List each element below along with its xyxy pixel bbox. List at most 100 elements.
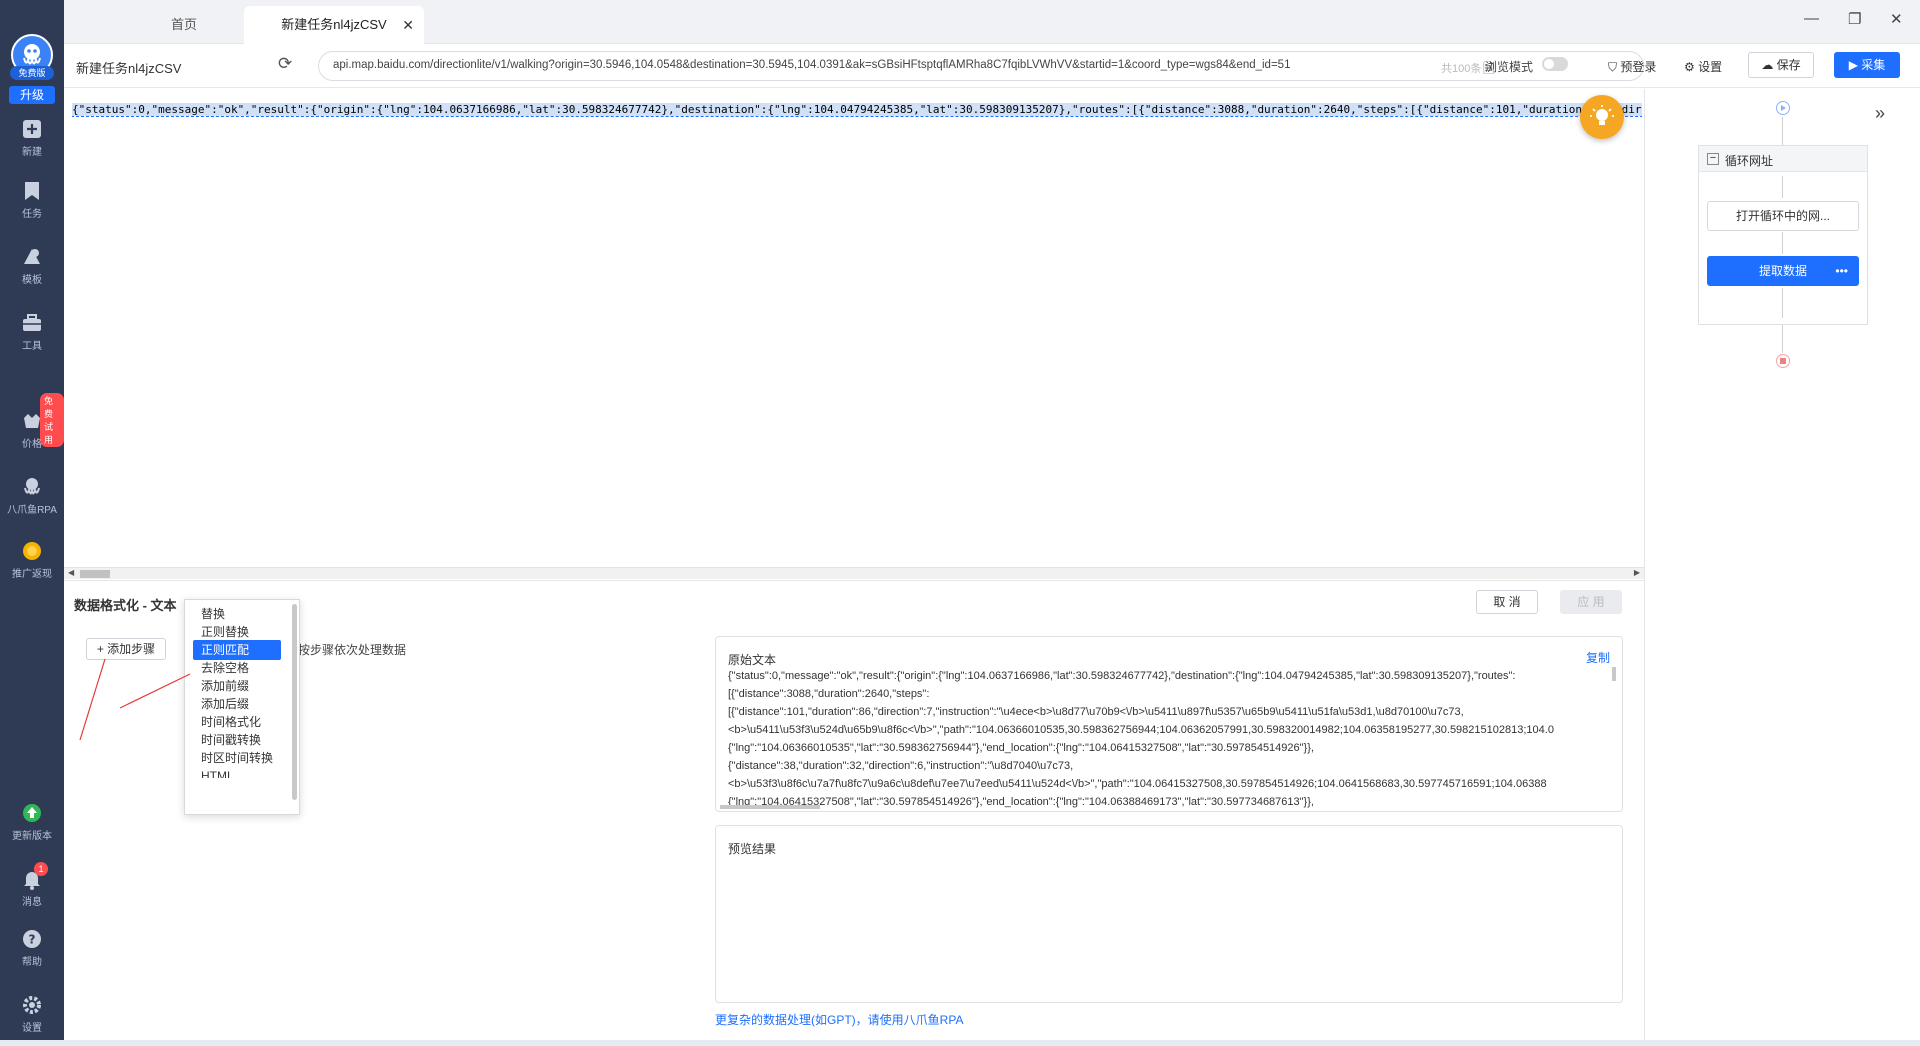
menu-item-add-suffix[interactable]: 添加后缀: [193, 694, 281, 714]
sidebar-label: 设置: [22, 1023, 42, 1034]
menu-item-add-prefix[interactable]: 添加前缀: [193, 676, 281, 696]
sidebar-item-rpa[interactable]: 八爪鱼RPA: [0, 476, 64, 516]
task-name: 新建任务nl4jzCSV: [76, 61, 182, 76]
more-icon[interactable]: •••: [1835, 257, 1848, 285]
tab-home[interactable]: 首页: [120, 6, 248, 44]
menu-item-timezone[interactable]: 时区时间转换: [193, 748, 281, 768]
menu-item-time-format[interactable]: 时间格式化: [193, 712, 281, 732]
close-tab-icon[interactable]: ✕: [402, 6, 414, 44]
sidebar-label: 模板: [22, 275, 42, 286]
sidebar-item-settings[interactable]: 设置: [0, 994, 64, 1034]
flow-connector: [1782, 117, 1783, 145]
reload-icon[interactable]: ⟳: [278, 54, 292, 74]
original-text-content[interactable]: {"status":0,"message":"ok","result":{"or…: [728, 667, 1608, 811]
step-type-menu: 替换 正则替换 正则匹配 去除空格 添加前缀 添加后缀 时间格式化 时间戳转换 …: [184, 599, 300, 815]
sidebar-label: 更新版本: [12, 831, 52, 842]
menu-item-timestamp[interactable]: 时间戳转换: [193, 730, 281, 750]
lightbulb-tip-button[interactable]: [1580, 95, 1624, 139]
save-button[interactable]: ☁ 保存: [1748, 52, 1814, 78]
horizontal-scrollbar[interactable]: [720, 805, 820, 809]
cancel-button[interactable]: 取 消: [1476, 590, 1538, 614]
url-input[interactable]: api.map.baidu.com/directionlite/v1/walki…: [318, 51, 1644, 81]
sidebar-item-templates[interactable]: 模板: [0, 246, 64, 286]
coin-icon: [23, 542, 41, 560]
flow-connector: [1782, 288, 1783, 318]
extract-data-node[interactable]: 提取数据 •••: [1707, 256, 1859, 286]
url-text: api.map.baidu.com/directionlite/v1/walki…: [333, 59, 1291, 71]
sidebar-item-help[interactable]: ? 帮助: [0, 928, 64, 968]
collect-button[interactable]: ▶ 采集: [1834, 52, 1900, 78]
selected-json[interactable]: {"status":0,"message":"ok","result":{"or…: [72, 103, 1642, 117]
play-icon: ▶: [1848, 58, 1862, 72]
rpa-link[interactable]: 更复杂的数据处理(如GPT)，请使用八爪鱼RPA: [715, 1011, 963, 1028]
copy-link[interactable]: 复制: [1586, 649, 1610, 666]
tab-label: 新建任务nl4jzCSV: [281, 17, 387, 32]
sidebar-label: 帮助: [22, 957, 42, 968]
loop-header[interactable]: − 循环网址: [1699, 146, 1867, 172]
settings-label: 设置: [1698, 60, 1723, 74]
menu-item-regex-replace[interactable]: 正则替换: [193, 622, 281, 642]
menu-item-replace[interactable]: 替换: [193, 604, 281, 624]
sidebar-item-new[interactable]: 新建: [0, 118, 64, 158]
json-response-text[interactable]: {"status":0,"message":"ok","result":{"or…: [72, 103, 1642, 119]
price-icon: [24, 414, 40, 428]
url-count: 共100条: [1441, 63, 1482, 75]
gear-icon: ⚙: [1684, 60, 1699, 74]
sidebar-item-tools[interactable]: 工具: [0, 312, 64, 352]
vertical-scrollbar[interactable]: [1612, 667, 1616, 681]
restore-icon[interactable]: ❐: [1848, 10, 1861, 28]
status-strip: [0, 1040, 1920, 1046]
prelogin-label: 预登录: [1620, 60, 1657, 74]
tab-label: 首页: [170, 17, 197, 32]
scroll-left-icon[interactable]: ◀: [68, 568, 74, 577]
settings-icon: [23, 996, 41, 1014]
text-line: {"status":0,"message":"ok","result":{"or…: [728, 670, 1516, 682]
sidebar-item-referral[interactable]: 推广返现: [0, 540, 64, 580]
shield-icon: ⛉: [1608, 60, 1621, 74]
apply-button[interactable]: 应 用: [1560, 590, 1622, 614]
minimize-icon[interactable]: —: [1804, 10, 1819, 27]
tab-new-task[interactable]: 新建任务nl4jzCSV ✕: [244, 6, 424, 44]
settings-button[interactable]: ⚙ 设置: [1684, 58, 1722, 75]
web-page-view[interactable]: {"status":0,"message":"ok","result":{"or…: [64, 89, 1644, 579]
sidebar-label: 任务: [22, 209, 42, 220]
save-label: 保存: [1776, 58, 1801, 72]
sidebar-item-messages[interactable]: 消息: [0, 868, 64, 908]
text-line: [{"distance":101,"duration":86,"directio…: [728, 706, 1464, 718]
workflow-panel: » − 循环网址 打开循环中的网... 提取数据 •••: [1644, 89, 1920, 1046]
scroll-right-icon[interactable]: ▶: [1634, 568, 1640, 577]
open-loop-url-node[interactable]: 打开循环中的网...: [1707, 201, 1859, 231]
upgrade-button[interactable]: 升级: [9, 86, 55, 104]
template-icon: [24, 249, 40, 264]
text-line: <b>\u53f3\u8f6c\u7a7f\u8fc7\u9a6c\u8def\…: [728, 778, 1547, 790]
collapse-icon[interactable]: −: [1707, 153, 1719, 165]
flow-connector: [1782, 176, 1783, 198]
preview-result-box: 预览结果: [715, 825, 1623, 1003]
menu-item-trim-spaces[interactable]: 去除空格: [193, 658, 281, 678]
original-text-box: 原始文本 复制 {"status":0,"message":"ok","resu…: [715, 636, 1623, 812]
close-window-icon[interactable]: ✕: [1890, 10, 1903, 28]
browse-mode-toggle[interactable]: [1542, 57, 1568, 71]
cloud-icon: ☁: [1761, 58, 1777, 72]
text-line: {"lng":"104.06366010535","lat":"30.59836…: [728, 742, 1314, 754]
sidebar-item-pricing[interactable]: 价格: [0, 410, 64, 450]
plan-badge: 免费版: [10, 66, 54, 80]
prelogin-button[interactable]: ⛉ 预登录: [1608, 58, 1656, 75]
scrollbar-thumb[interactable]: [80, 570, 110, 578]
sidebar-item-update[interactable]: 更新版本: [0, 802, 64, 842]
loop-url-block[interactable]: − 循环网址 打开循环中的网... 提取数据 •••: [1698, 145, 1868, 325]
text-line: <b>\u5411\u53f3\u524d\u65b9\u8f6c<\/b>",…: [728, 724, 1554, 736]
menu-scrollbar[interactable]: [292, 604, 297, 800]
horizontal-scrollbar[interactable]: ◀ ▶: [64, 567, 1644, 579]
panel-title: 数据格式化 - 文本: [74, 598, 177, 613]
update-icon: [23, 804, 41, 822]
tab-bar: 首页 新建任务nl4jzCSV ✕ — ❐ ✕: [64, 0, 1920, 44]
menu-item-html[interactable]: HTML: [193, 766, 281, 778]
address-row: 新建任务nl4jzCSV ⟳ api.map.baidu.com/directi…: [64, 44, 1920, 88]
menu-item-regex-match[interactable]: 正则匹配: [193, 640, 281, 660]
svg-text:?: ?: [29, 933, 36, 947]
flow-start-icon: [1776, 101, 1790, 115]
add-step-button[interactable]: + 添加步骤: [86, 638, 166, 660]
sidebar-item-tasks[interactable]: 任务: [0, 180, 64, 220]
expand-panel-icon[interactable]: »: [1875, 103, 1885, 124]
